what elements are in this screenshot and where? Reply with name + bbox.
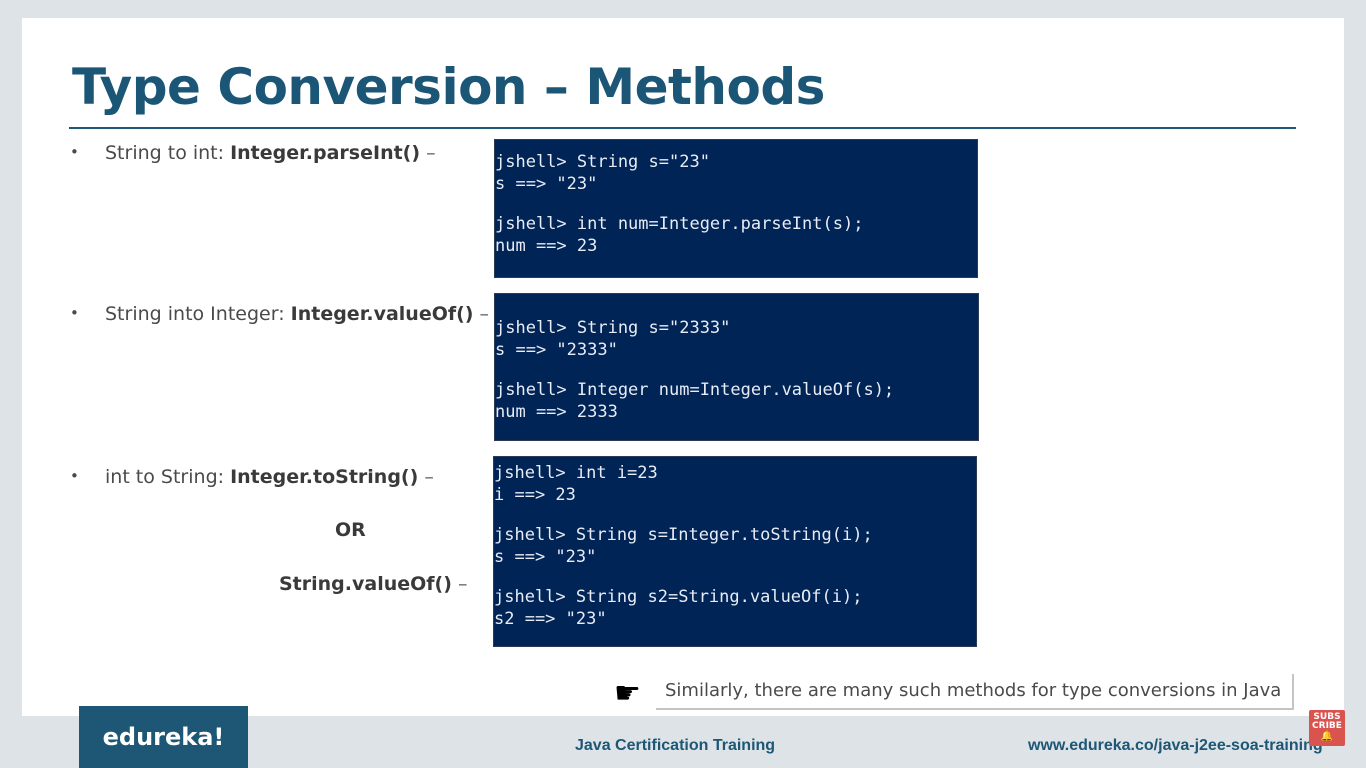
- alt-method: String.valueOf() –: [279, 571, 467, 597]
- bullet-dash: –: [473, 303, 490, 325]
- alt-method-dash: –: [451, 573, 468, 595]
- terminal-tostring: jshell> int i=23 i ==> 23 jshell> String…: [493, 456, 977, 647]
- bullet-prefix: int to String:: [105, 466, 231, 488]
- terminal-line: s ==> "2333": [495, 340, 618, 360]
- terminal-line: jshell> String s="23": [495, 152, 710, 172]
- title-divider: [69, 127, 1296, 129]
- terminal-line: s ==> "23": [494, 547, 597, 567]
- terminal-valueof: jshell> String s="2333" s ==> "2333" jsh…: [494, 293, 979, 441]
- or-text: OR: [335, 519, 366, 541]
- course-name: Java Certification Training: [575, 737, 776, 754]
- terminal-line: num ==> 2333: [495, 402, 618, 422]
- note-box: Similarly, there are many such methods f…: [656, 674, 1294, 710]
- terminal-line: i ==> 23: [494, 485, 576, 505]
- bullet-dot: •: [70, 143, 79, 161]
- terminal-line: jshell> String s2=String.valueOf(i);: [494, 587, 863, 607]
- terminal-line: s ==> "23": [495, 174, 598, 194]
- bullet-parseint: • String to int: Integer.parseInt() –: [70, 139, 436, 166]
- bullet-tostring: • int to String: Integer.toString() –: [70, 463, 434, 490]
- bullet-method: Integer.valueOf(): [290, 303, 474, 325]
- pointing-hand-icon: ☛: [614, 677, 641, 710]
- terminal-line: jshell> String s="2333": [495, 318, 731, 338]
- subscribe-text-2: CRIBE: [1312, 721, 1342, 731]
- bullet-dot: •: [70, 304, 79, 322]
- footer-url[interactable]: www.edureka.co/java-j2ee-soa-training: [1028, 737, 1323, 755]
- or-label: OR: [335, 517, 366, 543]
- slide-title: Type Conversion – Methods: [72, 58, 825, 116]
- terminal-line: num ==> 23: [495, 236, 598, 256]
- terminal-line: s2 ==> "23": [494, 609, 607, 629]
- terminal-line: jshell> int num=Integer.parseInt(s);: [495, 214, 864, 234]
- edureka-logo: edureka!: [79, 706, 248, 768]
- bullet-prefix: String to int:: [105, 142, 231, 164]
- bullet-prefix: String into Integer:: [105, 303, 291, 325]
- terminal-line: jshell> String s=Integer.toString(i);: [494, 525, 873, 545]
- bell-icon: 🔔: [1320, 731, 1334, 742]
- terminal-line: jshell> Integer num=Integer.valueOf(s);: [495, 380, 895, 400]
- subscribe-button[interactable]: SUBS CRIBE 🔔: [1309, 710, 1345, 746]
- terminal-line: jshell> int i=23: [494, 463, 658, 483]
- bullet-method: Integer.toString(): [230, 466, 419, 488]
- bullet-method: Integer.parseInt(): [230, 142, 421, 164]
- bullet-valueof: • String into Integer: Integer.valueOf() …: [70, 300, 489, 327]
- bullet-dash: –: [418, 466, 434, 488]
- bullet-dot: •: [70, 467, 79, 485]
- alt-method-name: String.valueOf(): [279, 573, 452, 595]
- terminal-parseint: jshell> String s="23" s ==> "23" jshell>…: [494, 139, 978, 278]
- bullet-dash: –: [420, 142, 436, 164]
- video-frame: Type Conversion – Methods • String to int…: [0, 0, 1366, 768]
